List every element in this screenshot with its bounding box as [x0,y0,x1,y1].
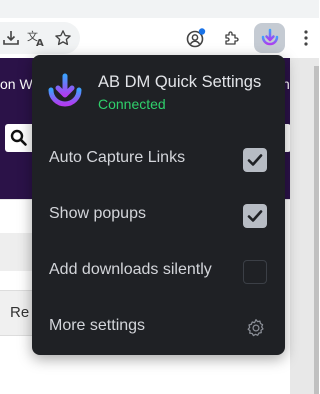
popup-title: AB DM Quick Settings [98,73,262,91]
ab-dm-logo-icon [47,73,83,111]
download-icon[interactable] [0,27,22,49]
tab-strip [0,0,319,18]
checkmark-icon [247,210,263,222]
more-menu-icon[interactable] [296,27,316,49]
option-label: Auto Capture Links [49,149,186,166]
option-show-popups[interactable]: Show popups [32,195,285,235]
connection-status: Connected [98,96,166,112]
gear-icon[interactable] [244,316,268,340]
page-scrollbar-thumb[interactable] [314,66,319,394]
checkmark-icon [247,154,263,166]
add-silently-checkbox[interactable] [243,260,267,284]
option-label: Add downloads silently [49,261,212,278]
translate-icon[interactable]: 文A [25,27,47,49]
option-add-downloads-silently[interactable]: Add downloads silently [32,251,285,291]
search-icon [10,129,27,146]
extensions-puzzle-icon[interactable] [221,27,243,49]
option-label: Show popups [49,205,146,222]
svg-text:A: A [36,38,44,47]
more-settings-label: More settings [49,317,146,334]
ab-dm-extension-icon[interactable] [254,23,285,53]
browser-window: 文A on Wo h Re AB DM Quick Settings Conne… [0,0,319,394]
auto-capture-checkbox[interactable] [243,148,267,172]
more-settings-row[interactable]: More settings [32,307,285,347]
profile-icon[interactable] [185,27,207,49]
option-auto-capture-links[interactable]: Auto Capture Links [32,139,285,179]
show-popups-checkbox[interactable] [243,204,267,228]
quick-settings-popup: AB DM Quick Settings Connected Auto Capt… [32,55,285,355]
star-icon[interactable] [52,27,74,49]
